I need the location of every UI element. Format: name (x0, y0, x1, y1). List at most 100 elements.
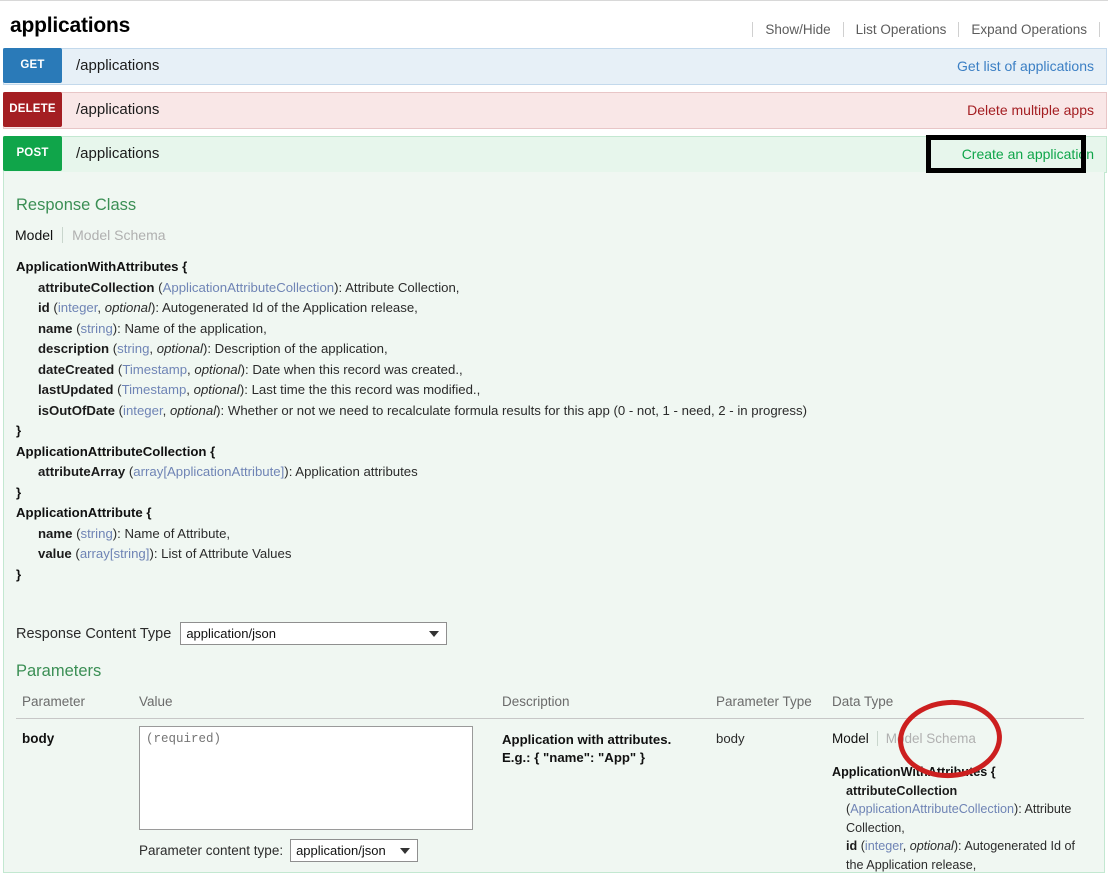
property-type: integer (865, 839, 903, 853)
operation-path-get[interactable]: /applications (76, 57, 159, 74)
operation-row-delete[interactable]: DELETE /applications Delete multiple app… (3, 92, 1107, 129)
property-description: Description of the application, (215, 341, 388, 356)
model-name: ApplicationWithAttributes { (832, 763, 1084, 782)
property-name: value (38, 546, 72, 561)
operation-path-post[interactable]: /applications (76, 145, 159, 162)
parameter-description: Application with attributes. E.g.: { "na… (502, 731, 702, 767)
column-header-data-type: Data Type (832, 694, 893, 709)
model-property: isOutOfDate (integer, optional): Whether… (16, 401, 1086, 422)
column-header-description: Description (502, 694, 570, 709)
data-type-tabs: Model Model Schema (832, 731, 1084, 746)
property-name: attributeCollection (846, 784, 957, 798)
property-optional: optional (170, 403, 216, 418)
model-name: ApplicationAttribute { (16, 503, 1086, 524)
property-type: Timestamp (122, 382, 187, 397)
model-property: id (integer, optional): Autogenerated Id… (832, 837, 1084, 874)
tab-model-schema[interactable]: Model Schema (63, 227, 165, 243)
method-badge-post: POST (3, 136, 62, 171)
model-property: value (array[string]): List of Attribute… (16, 544, 1086, 565)
resource-header: applications Show/Hide List Operations E… (0, 2, 1108, 48)
method-badge-get: GET (3, 48, 62, 83)
operation-details-post: Response Class Model Model Schema Applic… (3, 172, 1105, 873)
operation-summary-get[interactable]: Get list of applications (957, 58, 1094, 74)
property-name: id (846, 839, 857, 853)
operation-path-delete[interactable]: /applications (76, 101, 159, 118)
property-type: ApplicationAttributeCollection (850, 802, 1014, 816)
operation-summary-post[interactable]: Create an application (962, 146, 1094, 162)
parameter-description-line-1: Application with attributes. (502, 731, 702, 749)
tab-model-schema[interactable]: Model Schema (878, 731, 976, 746)
model-name: ApplicationWithAttributes { (16, 257, 1086, 278)
parameter-content-type-value: application/json (296, 843, 386, 858)
property-name: description (38, 341, 109, 356)
property-optional: optional (194, 382, 240, 397)
parameter-name-body: body (22, 731, 54, 746)
property-description: Name of the application, (125, 321, 267, 336)
model-name: ApplicationAttributeCollection { (16, 442, 1086, 463)
parameters-table: Parameter Value Description Parameter Ty… (16, 692, 1084, 894)
page-title: applications (10, 14, 130, 38)
operation-row-post[interactable]: POST /applications Create an application (3, 136, 1107, 173)
model-property: dateCreated (Timestamp, optional): Date … (16, 360, 1086, 381)
property-optional: optional (194, 362, 240, 377)
operation-row-get[interactable]: GET /applications Get list of applicatio… (3, 48, 1107, 85)
property-description: Autogenerated Id of the Application rele… (162, 300, 418, 315)
parameter-content-type-row: Parameter content type: application/json (139, 839, 473, 862)
response-model-tabs: Model Model Schema (15, 227, 166, 243)
property-type: string (81, 321, 113, 336)
property-type: ApplicationAttributeCollection (163, 280, 335, 295)
list-operations-link[interactable]: List Operations (844, 22, 960, 37)
model-property: name (string): Name of Attribute, (16, 524, 1086, 545)
property-name: id (38, 300, 50, 315)
response-model-definitions: ApplicationWithAttributes { attributeCol… (16, 257, 1086, 585)
property-optional: optional (105, 300, 151, 315)
column-header-parameter-type: Parameter Type (716, 694, 812, 709)
parameter-value-cell: Parameter content type: application/json (139, 726, 473, 862)
operation-summary-delete[interactable]: Delete multiple apps (967, 102, 1094, 118)
table-row: body Parameter content type: application… (16, 719, 1084, 894)
property-description: Attribute Collection, (345, 280, 459, 295)
property-name: dateCreated (38, 362, 114, 377)
property-description: Whether or not we need to recalculate fo… (228, 403, 807, 418)
response-class-heading: Response Class (16, 196, 136, 215)
property-name: lastUpdated (38, 382, 113, 397)
response-content-type-value: application/json (186, 626, 276, 641)
parameter-description-line-2: E.g.: { "name": "App" } (502, 749, 702, 767)
property-name: attributeCollection (38, 280, 155, 295)
response-content-type-label: Response Content Type (16, 626, 171, 642)
property-description: Date when this record was created., (252, 362, 462, 377)
property-type: string (117, 341, 149, 356)
property-type: string (81, 526, 113, 541)
model-close-brace: } (16, 565, 1086, 586)
model-property: name (string): Name of the application, (16, 319, 1086, 340)
column-header-value: Value (139, 694, 173, 709)
model-close-brace: } (16, 483, 1086, 504)
parameter-content-type-label: Parameter content type: (139, 843, 283, 858)
resource-options: Show/Hide List Operations Expand Operati… (752, 22, 1100, 37)
property-type: array[string] (80, 546, 150, 561)
model-property: attributeCollection (ApplicationAttribut… (16, 278, 1086, 299)
column-header-parameter: Parameter (22, 694, 85, 709)
tab-model[interactable]: Model (15, 227, 63, 243)
table-header-row: Parameter Value Description Parameter Ty… (16, 692, 1084, 719)
property-description: Name of Attribute, (125, 526, 231, 541)
model-close-brace: } (16, 421, 1086, 442)
model-property: id (integer, optional): Autogenerated Id… (16, 298, 1086, 319)
property-optional: optional (157, 341, 203, 356)
property-type: integer (123, 403, 163, 418)
body-input[interactable] (139, 726, 473, 830)
parameter-content-type-select[interactable]: application/json (290, 839, 418, 862)
property-name: name (38, 321, 72, 336)
model-property: attributeArray (array[ApplicationAttribu… (16, 462, 1086, 483)
property-type: Timestamp (122, 362, 187, 377)
property-type: integer (58, 300, 98, 315)
parameter-data-type-cell: Model Model Schema ApplicationWithAttrib… (832, 731, 1084, 874)
expand-operations-link[interactable]: Expand Operations (959, 22, 1100, 37)
chevron-down-icon (429, 631, 439, 637)
chevron-down-icon (400, 848, 410, 854)
response-content-type-select[interactable]: application/json (180, 622, 447, 645)
show-hide-link[interactable]: Show/Hide (752, 22, 843, 37)
model-property: lastUpdated (Timestamp, optional): Last … (16, 380, 1086, 401)
tab-model[interactable]: Model (832, 731, 878, 746)
parameter-type-value: body (716, 731, 745, 746)
